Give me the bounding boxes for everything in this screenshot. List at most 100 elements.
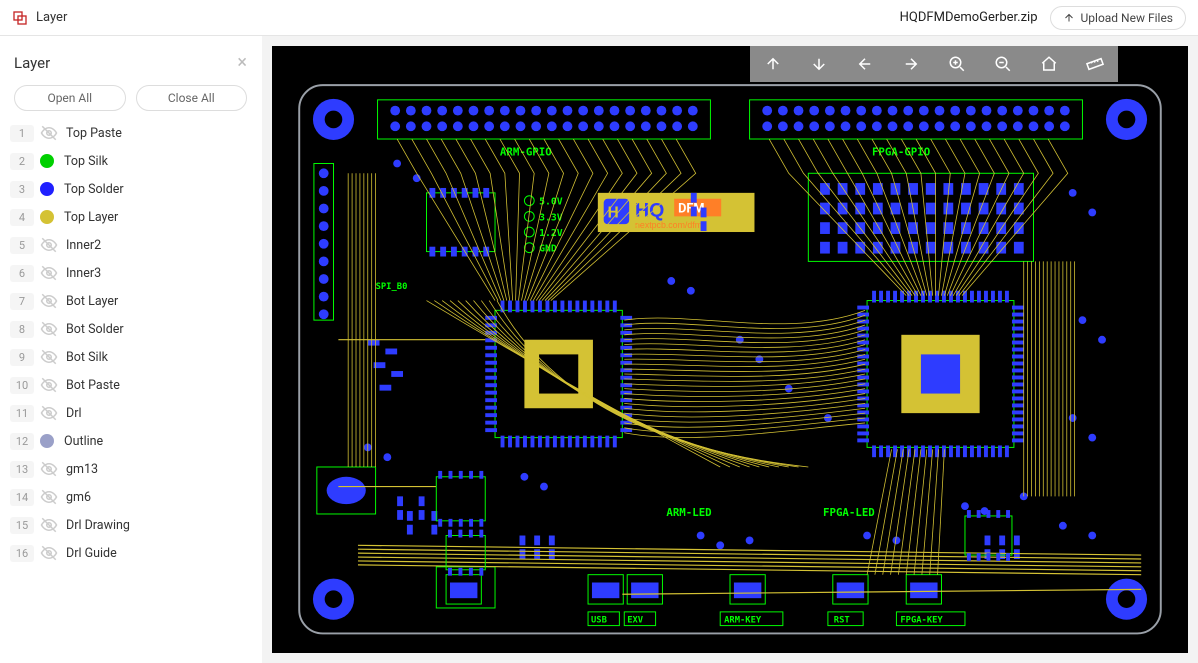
layer-row-drl-drawing[interactable]: 15Drl Drawing [10,511,251,539]
layer-name: Drl [66,406,81,421]
pcb-viewer: ARM-GPIO FPGA-GPIO 5.0V 3.3V 1.2V GND H … [262,36,1198,663]
eye-off-icon[interactable] [40,544,58,562]
open-all-button[interactable]: Open All [14,85,126,111]
silk-rst: RST [834,616,850,626]
layer-name: Bot Silk [66,350,108,365]
layer-row-top-silk[interactable]: 2 Top Silk [10,147,251,175]
eye-off-icon[interactable] [40,292,58,310]
layer-number: 2 [10,153,34,170]
upload-button-label: Upload New Files [1081,11,1174,25]
layer-number: 8 [10,321,34,338]
eye-off-icon[interactable] [40,264,58,282]
top-title: Layer [36,10,67,25]
layer-number: 15 [10,517,34,534]
silk-arm-led: ARM-LED [666,506,711,519]
svg-text:nextpcb.com/dfm: nextpcb.com/dfm [635,220,702,230]
layer-number: 6 [10,265,34,282]
fpga-qfp [867,301,1014,448]
layer-row-bot-paste[interactable]: 10Bot Paste [10,371,251,399]
eye-off-icon[interactable] [40,516,58,534]
eye-off-icon[interactable] [40,488,58,506]
layer-number: 10 [10,377,34,394]
home-button[interactable] [1026,46,1072,82]
ruler-button[interactable] [1072,46,1118,82]
logo-block: H HQ DFM nextpcb.com/dfm [598,193,755,232]
silk-fpga-gpio: FPGA-GPIO [872,146,930,159]
layer-name: Top Solder [64,182,124,197]
close-all-button[interactable]: Close All [136,85,248,111]
layer-row-bot-solder[interactable]: 8 Bot Solder [10,315,251,343]
layer-number: 11 [10,405,34,422]
layer-name: Outline [64,434,103,449]
silk-arm-key: ARM-KEY [724,616,762,626]
panel-buttons: Open All Close All [10,85,251,111]
layer-row-bot-silk[interactable]: 9 Bot Silk [10,343,251,371]
eye-off-icon[interactable] [40,236,58,254]
layer-name: gm13 [66,462,98,477]
upload-button[interactable]: Upload New Files [1050,6,1187,30]
eye-off-icon[interactable] [40,348,58,366]
silk-1v2: 1.2V [539,228,563,239]
panel-header: Layer × [10,46,251,85]
svg-text:HQ: HQ [635,199,664,221]
top-bar: Layer HQDFMDemoGerber.zip Upload New Fil… [0,0,1198,36]
main-area: Layer × Open All Close All 1 Top Paste 2 To… [0,36,1198,663]
layer-swatch [40,154,54,168]
layer-row-gm13[interactable]: 13 gm13 [10,455,251,483]
pan-left-button[interactable] [842,46,888,82]
layer-swatch [40,182,54,196]
layer-row-top-layer[interactable]: 4 Top Layer [10,203,251,231]
silk-fpga-led: FPGA-LED [823,506,875,519]
arm-qfp [495,310,622,437]
layer-row-drl[interactable]: 11 Drl [10,399,251,427]
layer-name: Inner2 [66,238,101,253]
layer-row-drl-guide[interactable]: 16Drl Guide [10,539,251,567]
layer-name: Top Silk [64,154,108,169]
eye-off-icon[interactable] [40,460,58,478]
layer-row-gm6[interactable]: 14 gm6 [10,483,251,511]
filename-label: HQDFMDemoGerber.zip [900,10,1038,25]
silk-fpga-key: FPGA-KEY [900,616,943,626]
eye-off-icon[interactable] [40,124,58,142]
layer-row-top-solder[interactable]: 3 Top Solder [10,175,251,203]
silk-exv: EXV [627,616,644,626]
eye-off-icon[interactable] [40,320,58,338]
panel-title: Layer [14,54,50,72]
layer-number: 4 [10,209,34,226]
layer-number: 12 [10,433,34,450]
eye-off-icon[interactable] [40,404,58,422]
layer-list: 1 Top Paste 2 Top Silk 3 Top Solder 4 Top Layer… [10,119,251,567]
close-icon[interactable]: × [237,52,247,73]
pcb-canvas[interactable]: ARM-GPIO FPGA-GPIO 5.0V 3.3V 1.2V GND H … [272,46,1188,653]
layer-number: 9 [10,349,34,366]
pan-down-button[interactable] [796,46,842,82]
layer-number: 14 [10,489,34,506]
layers-icon [12,10,28,26]
layer-name: Top Layer [64,210,118,225]
layer-row-inner2[interactable]: 5Inner2 [10,231,251,259]
layer-number: 1 [10,125,34,142]
pan-up-button[interactable] [750,46,796,82]
layer-swatch [40,210,54,224]
layer-row-inner3[interactable]: 6 Inner3 [10,259,251,287]
layer-number: 13 [10,461,34,478]
layer-number: 3 [10,181,34,198]
silk-usb: USB [591,616,607,626]
layer-panel: Layer × Open All Close All 1 Top Paste 2 To… [0,36,262,663]
upload-icon [1063,12,1075,24]
top-bar-right: HQDFMDemoGerber.zip Upload New Files [900,6,1186,30]
eye-off-icon[interactable] [40,376,58,394]
layer-name: Bot Solder [66,322,124,337]
silk-spi-b0: SPI_B0 [376,282,408,292]
layer-name: Top Paste [66,126,122,141]
layer-row-top-paste[interactable]: 1 Top Paste [10,119,251,147]
layer-name: Inner3 [66,266,101,281]
pan-right-button[interactable] [888,46,934,82]
zoom-in-button[interactable] [934,46,980,82]
layer-row-bot-layer[interactable]: 7Bot Layer [10,287,251,315]
layer-name: Bot Layer [66,294,118,309]
layer-name: Drl Guide [66,546,117,561]
zoom-out-button[interactable] [980,46,1026,82]
layer-name: gm6 [66,490,91,505]
layer-row-outline[interactable]: 12 Outline [10,427,251,455]
